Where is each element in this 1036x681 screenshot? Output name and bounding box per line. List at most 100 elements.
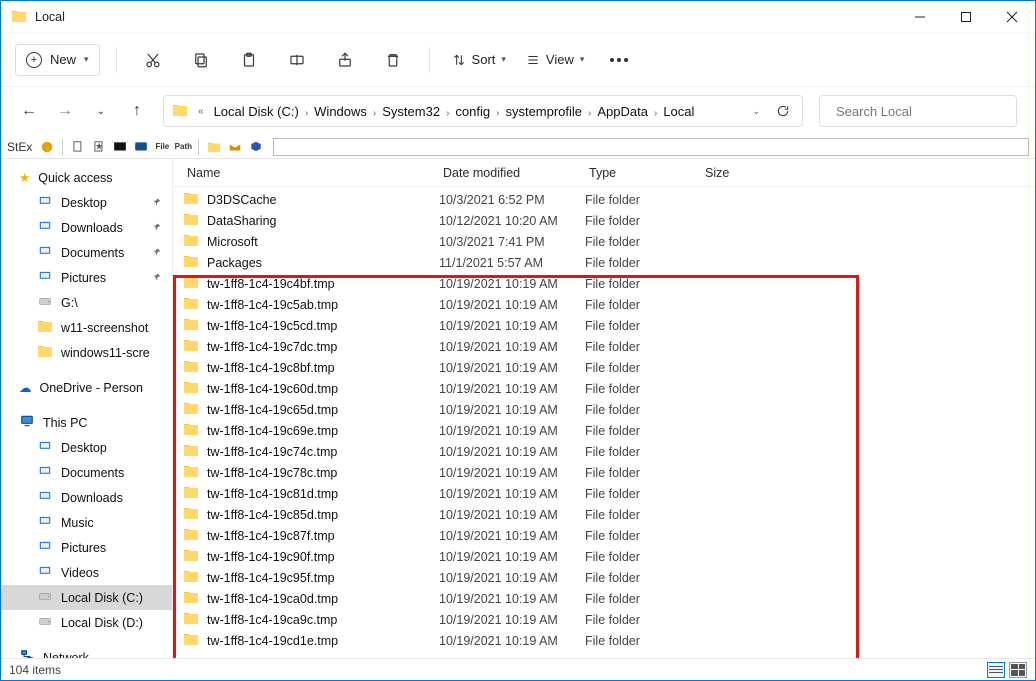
status-bar: 104 items <box>1 658 1035 680</box>
powershell-icon[interactable] <box>133 139 149 155</box>
sidebar-item[interactable]: Documents <box>1 240 172 265</box>
file-row[interactable]: Microsoft10/3/2021 7:41 PMFile folder <box>173 231 1035 252</box>
breadcrumb[interactable]: « Local Disk (C:)›Windows›System32›confi… <box>163 95 803 127</box>
file-icon[interactable] <box>70 139 86 155</box>
search-input[interactable] <box>836 104 1012 119</box>
details-view-button[interactable] <box>987 662 1005 678</box>
up-button[interactable]: ↑ <box>127 101 147 121</box>
file-row[interactable]: D3DSCache10/3/2021 6:52 PMFile folder <box>173 189 1035 210</box>
folder-icon <box>183 338 199 355</box>
ellipsis-icon <box>604 58 634 62</box>
share-button[interactable] <box>325 40 365 80</box>
sidebar-item[interactable]: windows11-scre <box>1 340 172 365</box>
file-row[interactable]: tw-1ff8-1c4-19c60d.tmp10/19/2021 10:19 A… <box>173 378 1035 399</box>
close-button[interactable] <box>989 1 1035 33</box>
sidebar-item[interactable]: Local Disk (D:) <box>1 610 172 635</box>
sidebar-item[interactable]: Downloads <box>1 485 172 510</box>
box-icon[interactable] <box>248 139 264 155</box>
desktop-icon <box>37 439 53 456</box>
stex-path-input[interactable] <box>273 138 1029 156</box>
file-row[interactable]: tw-1ff8-1c4-19c87f.tmp10/19/2021 10:19 A… <box>173 525 1035 546</box>
terminal-icon[interactable] <box>112 139 128 155</box>
forward-button[interactable]: → <box>55 101 75 121</box>
search-box[interactable] <box>819 95 1017 127</box>
delete-button[interactable] <box>373 40 413 80</box>
file-row[interactable]: tw-1ff8-1c4-19ca9c.tmp10/19/2021 10:19 A… <box>173 609 1035 630</box>
view-button[interactable]: View ▾ <box>520 44 590 76</box>
maximize-button[interactable] <box>943 1 989 33</box>
file-row[interactable]: tw-1ff8-1c4-19c7dc.tmp10/19/2021 10:19 A… <box>173 336 1035 357</box>
path-icon[interactable]: File <box>154 139 170 155</box>
sidebar-item[interactable]: Videos <box>1 560 172 585</box>
breadcrumb-item[interactable]: Local <box>659 104 698 119</box>
cut-button[interactable] <box>133 40 173 80</box>
send-icon[interactable] <box>227 139 243 155</box>
sidebar-item[interactable]: Music <box>1 510 172 535</box>
drive-icon <box>37 294 53 311</box>
file-row[interactable]: tw-1ff8-1c4-19c81d.tmp10/19/2021 10:19 A… <box>173 483 1035 504</box>
file-row[interactable]: tw-1ff8-1c4-19c5ab.tmp10/19/2021 10:19 A… <box>173 294 1035 315</box>
file-row[interactable]: tw-1ff8-1c4-19c85d.tmp10/19/2021 10:19 A… <box>173 504 1035 525</box>
rename-button[interactable] <box>277 40 317 80</box>
quick-access[interactable]: ★ Quick access <box>1 165 172 190</box>
column-size[interactable]: Size <box>701 166 781 180</box>
file-list[interactable]: D3DSCache10/3/2021 6:52 PMFile folderDat… <box>173 187 1035 655</box>
more-button[interactable] <box>598 44 640 76</box>
sidebar-item[interactable]: w11-screenshot <box>1 315 172 340</box>
copy-path-icon[interactable]: Path <box>175 139 191 155</box>
icons-view-button[interactable] <box>1009 662 1027 678</box>
sort-button[interactable]: Sort ▾ <box>446 44 512 76</box>
sidebar-item[interactable]: Downloads <box>1 215 172 240</box>
downloads-icon <box>37 219 53 236</box>
videos-icon <box>37 564 53 581</box>
view-label: View <box>546 52 574 67</box>
file-row[interactable]: tw-1ff8-1c4-19c65d.tmp10/19/2021 10:19 A… <box>173 399 1035 420</box>
breadcrumb-item[interactable]: Local Disk (C:) <box>210 104 303 119</box>
paste-button[interactable] <box>229 40 269 80</box>
star-file-icon[interactable]: ★ <box>91 139 107 155</box>
file-row[interactable]: tw-1ff8-1c4-19c8bf.tmp10/19/2021 10:19 A… <box>173 357 1035 378</box>
breadcrumb-item[interactable]: AppData <box>593 104 652 119</box>
file-row[interactable]: tw-1ff8-1c4-19c69e.tmp10/19/2021 10:19 A… <box>173 420 1035 441</box>
breadcrumb-item[interactable]: System32 <box>378 104 444 119</box>
sidebar-item[interactable]: Documents <box>1 460 172 485</box>
file-row[interactable]: tw-1ff8-1c4-19c74c.tmp10/19/2021 10:19 A… <box>173 441 1035 462</box>
sidebar-item[interactable]: Pictures <box>1 535 172 560</box>
overflow-chevron-icon[interactable]: « <box>196 106 206 117</box>
file-row[interactable]: tw-1ff8-1c4-19c78c.tmp10/19/2021 10:19 A… <box>173 462 1035 483</box>
sidebar-item[interactable]: Pictures <box>1 265 172 290</box>
file-row[interactable]: DataSharing10/12/2021 10:20 AMFile folde… <box>173 210 1035 231</box>
back-button[interactable]: ← <box>19 101 39 121</box>
pictures-icon <box>37 269 53 286</box>
file-row[interactable]: tw-1ff8-1c4-19c5cd.tmp10/19/2021 10:19 A… <box>173 315 1035 336</box>
column-date[interactable]: Date modified <box>439 166 585 180</box>
column-name[interactable]: Name <box>183 166 439 180</box>
history-chevron[interactable]: ⌄ <box>91 101 111 121</box>
file-row[interactable]: tw-1ff8-1c4-19c4bf.tmp10/19/2021 10:19 A… <box>173 273 1035 294</box>
breadcrumb-item[interactable]: config <box>451 104 494 119</box>
new-button[interactable]: + New ▾ <box>15 44 100 76</box>
breadcrumb-dropdown[interactable]: ⌄ <box>752 106 760 117</box>
this-pc[interactable]: This PC <box>1 410 172 435</box>
sidebar-item[interactable]: Desktop <box>1 190 172 215</box>
sidebar-item[interactable]: Local Disk (C:) <box>1 585 172 610</box>
file-row[interactable]: Packages11/1/2021 5:57 AMFile folder <box>173 252 1035 273</box>
minimize-button[interactable] <box>897 1 943 33</box>
file-row[interactable]: tw-1ff8-1c4-19c95f.tmp10/19/2021 10:19 A… <box>173 567 1035 588</box>
network[interactable]: Network <box>1 645 172 658</box>
column-type[interactable]: Type <box>585 166 701 180</box>
breadcrumb-item[interactable]: systemprofile <box>501 104 586 119</box>
plus-icon: + <box>26 52 42 68</box>
breadcrumb-item[interactable]: Windows <box>310 104 371 119</box>
sidebar-item[interactable]: G:\ <box>1 290 172 315</box>
folder-shortcut-icon[interactable] <box>206 139 222 155</box>
file-row[interactable]: tw-1ff8-1c4-19c90f.tmp10/19/2021 10:19 A… <box>173 546 1035 567</box>
onedrive[interactable]: ☁ OneDrive - Person <box>1 375 172 400</box>
file-row[interactable]: tw-1ff8-1c4-19cd1e.tmp10/19/2021 10:19 A… <box>173 630 1035 651</box>
file-row[interactable]: tw-1ff8-1c4-19ca0d.tmp10/19/2021 10:19 A… <box>173 588 1035 609</box>
refresh-button[interactable] <box>770 98 796 124</box>
copy-button[interactable] <box>181 40 221 80</box>
sidebar-item[interactable]: Desktop <box>1 435 172 460</box>
gear-icon[interactable] <box>39 139 55 155</box>
documents-icon <box>37 464 53 481</box>
